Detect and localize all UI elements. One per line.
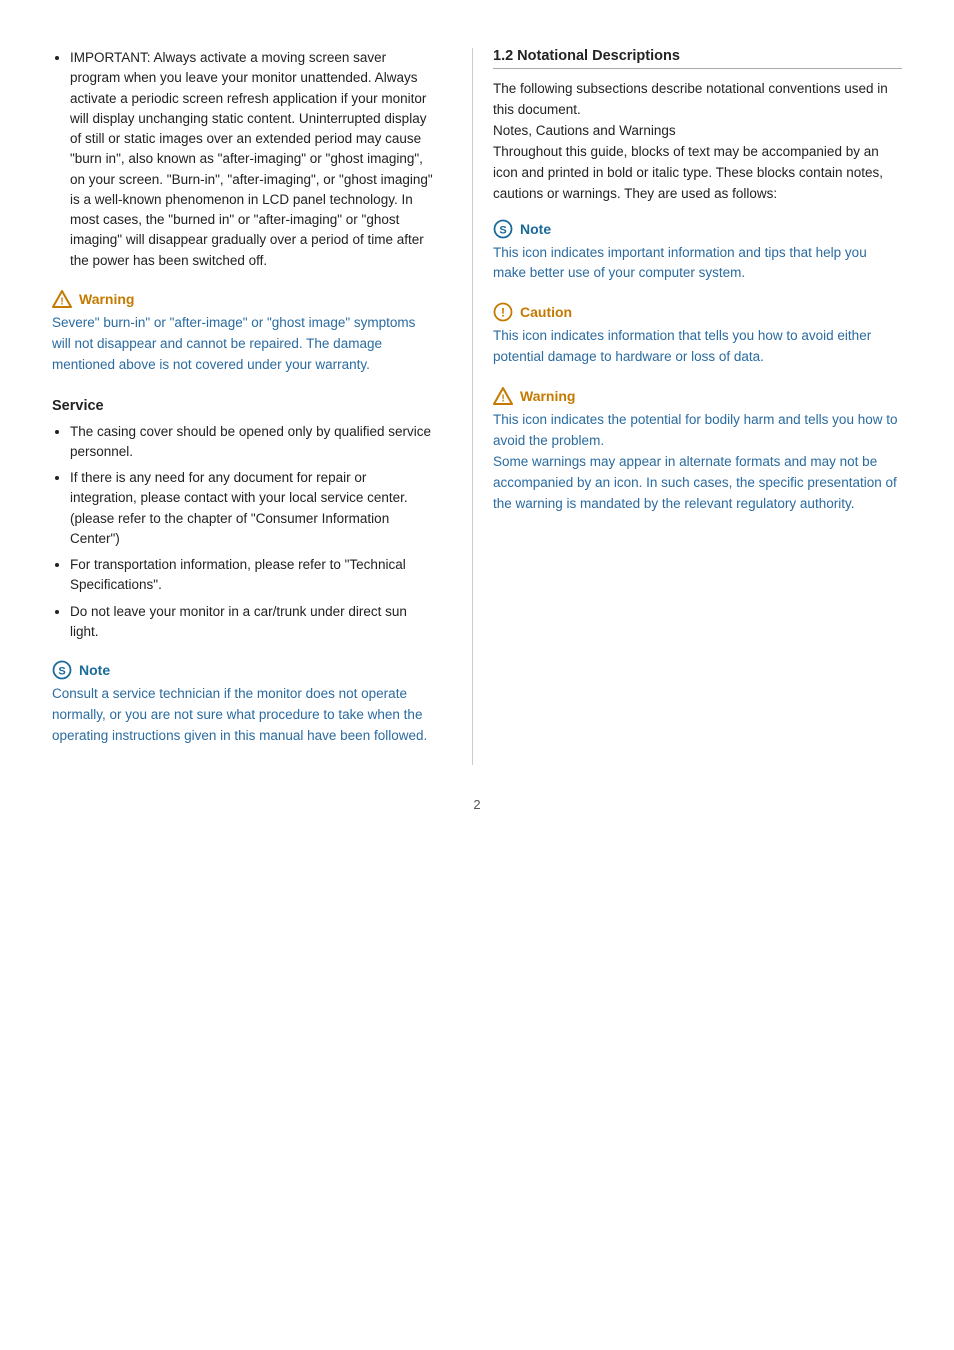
svg-text:!: ! xyxy=(60,296,63,307)
note-icon-1: S xyxy=(52,660,72,680)
caution-box-right: ! Caution This icon indicates informatio… xyxy=(493,302,902,368)
note-box-right: S Note This icon indicates important inf… xyxy=(493,219,902,285)
warning-label-text-1: Warning xyxy=(79,291,134,307)
note-icon-right: S xyxy=(493,219,513,239)
caution-label-right: ! Caution xyxy=(493,302,902,322)
warning-box-right: ! Warning This icon indicates the potent… xyxy=(493,386,902,515)
service-bullet-list: The casing cover should be opened only b… xyxy=(52,422,436,643)
warning-icon-right: ! xyxy=(493,386,513,406)
warning-text-right: This icon indicates the potential for bo… xyxy=(493,410,902,515)
service-item-1: If there is any need for any document fo… xyxy=(70,468,436,549)
note-label-text-right: Note xyxy=(520,221,551,237)
note-label-text-1: Note xyxy=(79,662,110,678)
page: IMPORTANT: Always activate a moving scre… xyxy=(0,0,954,1350)
service-title: Service xyxy=(52,398,436,414)
right-column: 1.2 Notational Descriptions The followin… xyxy=(472,48,902,765)
svg-text:!: ! xyxy=(501,306,505,320)
caution-icon-right: ! xyxy=(493,302,513,322)
intro-bullet-item: IMPORTANT: Always activate a moving scre… xyxy=(70,48,436,271)
two-column-layout: IMPORTANT: Always activate a moving scre… xyxy=(52,48,902,765)
note-text-right: This icon indicates important informatio… xyxy=(493,243,902,285)
warning-label-1: ! Warning xyxy=(52,289,436,309)
warning-label-right: ! Warning xyxy=(493,386,902,406)
note-label-1: S Note xyxy=(52,660,436,680)
service-item-2: For transportation information, please r… xyxy=(70,555,436,596)
warning-box-1: ! Warning Severe" burn-in" or "after-ima… xyxy=(52,289,436,376)
intro-bullet-list: IMPORTANT: Always activate a moving scre… xyxy=(52,48,436,271)
warning-icon-1: ! xyxy=(52,289,72,309)
left-column: IMPORTANT: Always activate a moving scre… xyxy=(52,48,472,765)
note-text-1: Consult a service technician if the moni… xyxy=(52,684,436,747)
svg-text:S: S xyxy=(499,224,506,236)
page-number: 2 xyxy=(52,797,902,812)
service-section: Service The casing cover should be opene… xyxy=(52,398,436,643)
section-title: 1.2 Notational Descriptions xyxy=(493,48,902,69)
intro-text: The following subsections describe notat… xyxy=(493,79,902,205)
note-box-1: S Note Consult a service technician if t… xyxy=(52,660,436,747)
caution-text-right: This icon indicates information that tel… xyxy=(493,326,902,368)
warning-label-text-right: Warning xyxy=(520,388,575,404)
caution-label-text-right: Caution xyxy=(520,304,572,320)
service-item-0: The casing cover should be opened only b… xyxy=(70,422,436,463)
warning-text-1: Severe" burn-in" or "after-image" or "gh… xyxy=(52,313,436,376)
service-item-3: Do not leave your monitor in a car/trunk… xyxy=(70,602,436,643)
svg-text:S: S xyxy=(58,666,65,678)
svg-text:!: ! xyxy=(501,394,504,405)
note-label-right: S Note xyxy=(493,219,902,239)
